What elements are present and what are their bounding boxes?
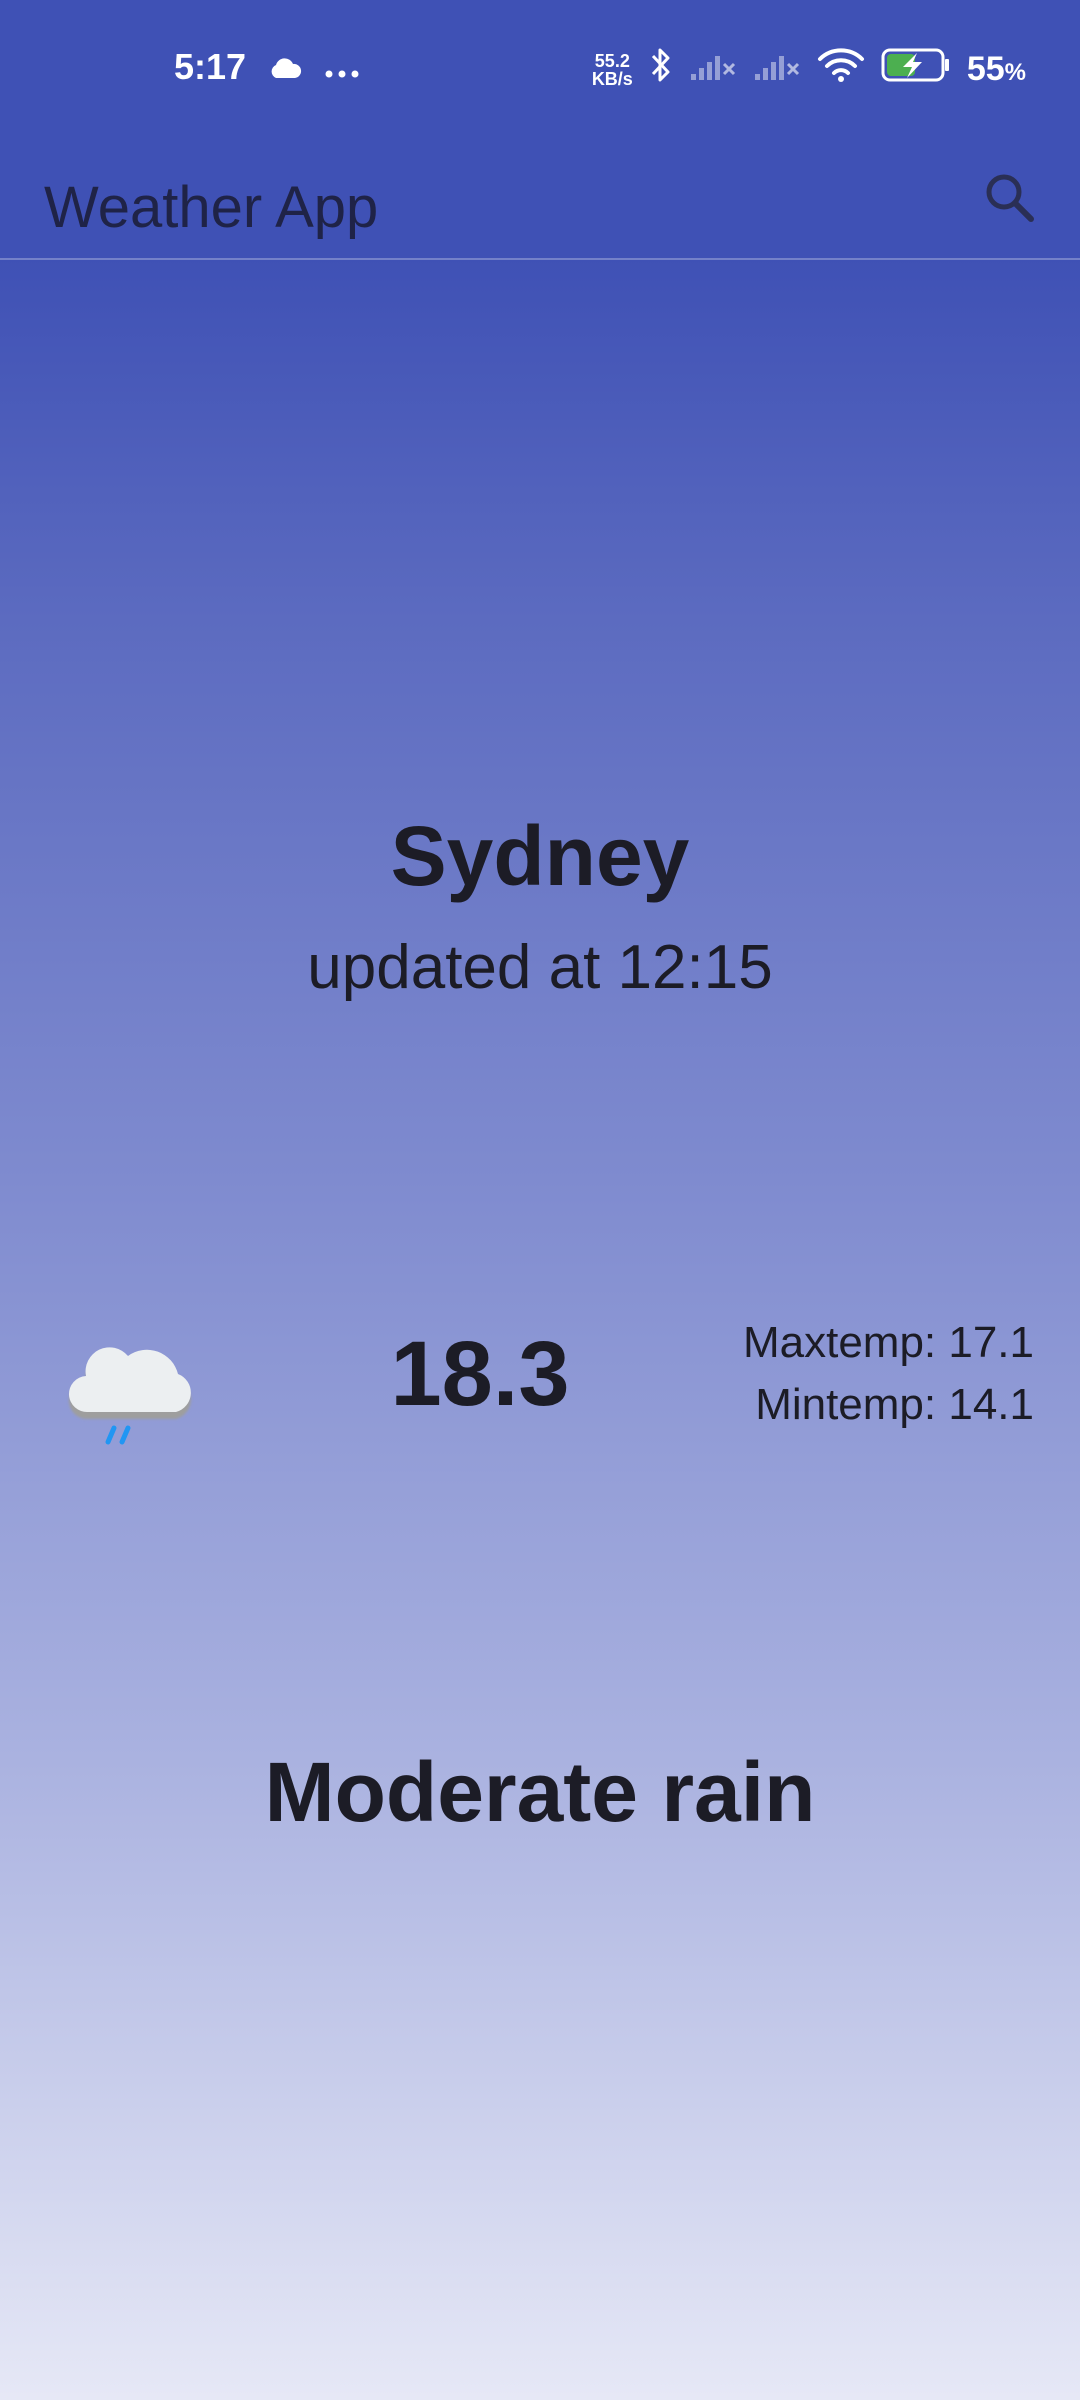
battery-percent-symbol: % (1004, 59, 1026, 86)
status-right: 55.2 KB/s 55% (592, 46, 1026, 93)
battery-percent-value: 55 (966, 50, 1005, 88)
signal-no-service-icon (689, 48, 737, 91)
status-time: 5:17 (174, 46, 247, 87)
more-notifications-icon (324, 46, 360, 88)
updated-time: updated at 12:15 (307, 933, 773, 1002)
min-temperature: Mintemp: 14.1 (755, 1380, 1034, 1429)
battery-charging-icon (881, 47, 951, 92)
search-icon (986, 174, 1034, 222)
network-speed-unit: KB/s (591, 68, 633, 89)
search-button[interactable] (978, 166, 1042, 230)
min-max-temperatures: Maxtemp: 17.1 Mintemp: 14.1 (743, 1312, 1034, 1436)
city-name: Sydney (390, 809, 690, 903)
cloud-notification-icon (268, 46, 302, 88)
max-temperature: Maxtemp: 17.1 (742, 1318, 1034, 1367)
app-bar: Weather App (0, 140, 1080, 260)
network-speed: 55.2 KB/s (592, 52, 633, 88)
network-speed-value: 55.2 (594, 50, 630, 71)
status-bar: 5:17 55.2 KB/s 55% (0, 0, 1080, 140)
weather-condition: Moderate rain (264, 1745, 816, 1839)
current-temperature: 18.3 (390, 1323, 570, 1425)
bluetooth-icon (649, 46, 673, 93)
status-left: 5:17 (174, 46, 360, 88)
app-title: Weather App (44, 175, 379, 240)
cloud-rain-icon (66, 1330, 198, 1450)
signal-no-service-icon-2 (753, 48, 801, 91)
battery-percentage: 55% (967, 50, 1026, 89)
wifi-icon (817, 47, 865, 92)
